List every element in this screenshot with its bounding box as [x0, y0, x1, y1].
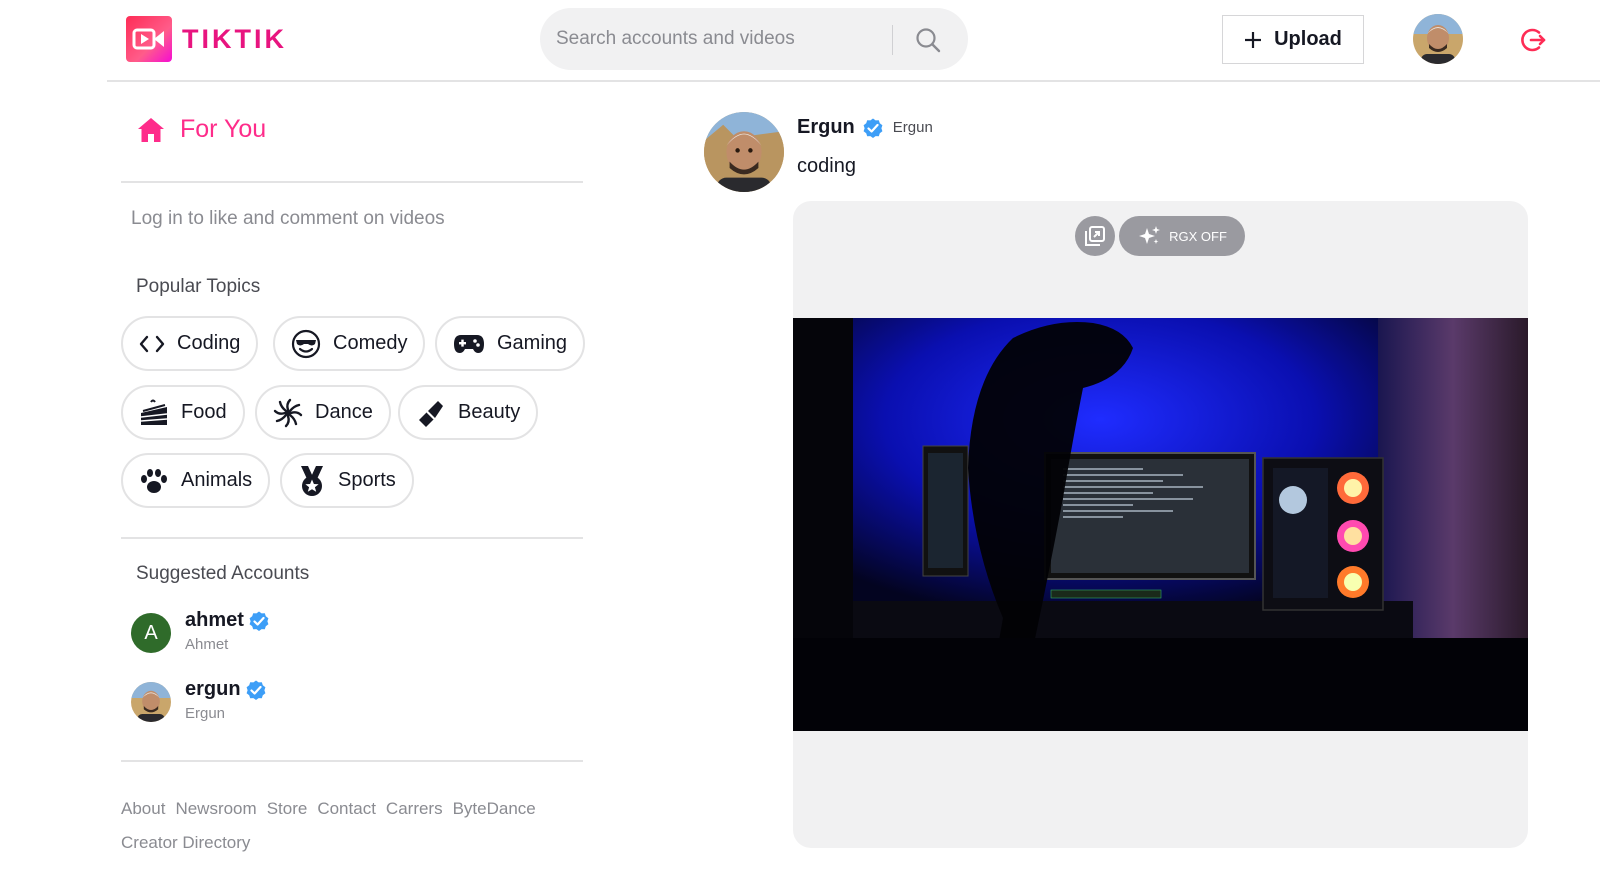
- footer-link-store[interactable]: Store: [267, 799, 308, 818]
- suggested-account[interactable]: ergun Ergun: [131, 678, 266, 722]
- topic-chip-animals[interactable]: Animals: [121, 453, 271, 508]
- search-button[interactable]: [910, 23, 946, 57]
- topic-label: Beauty: [458, 401, 521, 423]
- topic-label: Animals: [181, 469, 253, 491]
- logo-icon: [126, 16, 172, 62]
- for-you-label: For You: [180, 115, 267, 143]
- for-you-link[interactable]: For You: [137, 115, 266, 144]
- post-caption: coding: [797, 155, 856, 177]
- lipstick-icon: [419, 400, 443, 427]
- rgx-label: RGX OFF: [1169, 228, 1227, 244]
- account-username: ergun: [185, 678, 241, 700]
- login-hint: Log in to like and comment on videos: [131, 208, 445, 229]
- divider: [121, 181, 583, 183]
- footer-link-newsroom[interactable]: Newsroom: [175, 799, 256, 818]
- pip-button[interactable]: [1075, 216, 1115, 256]
- search-divider: [892, 25, 893, 55]
- verified-icon: [246, 680, 265, 700]
- footer-links: About Newsroom Store Contact Carrers ByteDanc…: [121, 792, 583, 860]
- footer-link-carrers[interactable]: Carrers: [386, 799, 443, 818]
- topic-label: Comedy: [333, 332, 408, 354]
- post-author-avatar[interactable]: [704, 112, 784, 192]
- topic-label: Food: [181, 401, 227, 423]
- medal-icon: [301, 465, 323, 496]
- verified-icon: [249, 611, 269, 631]
- logo[interactable]: TIKTIK: [126, 16, 287, 62]
- suggested-account[interactable]: A ahmet Ahmet: [131, 609, 269, 653]
- footer-link-contact[interactable]: Contact: [317, 799, 376, 818]
- topic-chip-comedy[interactable]: Comedy: [273, 316, 426, 371]
- logout-icon: [1521, 28, 1546, 52]
- topic-label: Dance: [315, 401, 373, 423]
- topic-label: Gaming: [497, 332, 568, 354]
- search-bar: [540, 8, 968, 70]
- video-player[interactable]: [793, 318, 1528, 731]
- rgx-toggle-button[interactable]: RGX OFF: [1119, 216, 1245, 256]
- video-frame: [793, 318, 1528, 731]
- verified-icon: [863, 118, 883, 138]
- upload-button[interactable]: Upload: [1222, 15, 1364, 64]
- popular-topics-title: Popular Topics: [136, 276, 261, 297]
- account-name: Ergun: [185, 705, 226, 722]
- topic-chip-food[interactable]: Food: [121, 385, 245, 440]
- logo-text: TIKTIK: [182, 23, 287, 54]
- upload-label: Upload: [1274, 28, 1342, 50]
- avatar: A: [131, 613, 171, 653]
- topic-chip-gaming[interactable]: Gaming: [435, 316, 586, 371]
- topic-chip-sports[interactable]: Sports: [280, 453, 414, 508]
- topic-label: Coding: [177, 332, 241, 354]
- home-icon: [138, 117, 164, 142]
- picture-in-picture-icon: [1085, 226, 1105, 246]
- footer-link-bytedance[interactable]: ByteDance: [453, 799, 536, 818]
- video-card[interactable]: RGX OFF: [793, 201, 1528, 848]
- footer-link-about[interactable]: About: [121, 799, 165, 818]
- sidebar: For You Log in to like and comment on vi…: [121, 82, 586, 874]
- sunglasses-face-icon: [291, 329, 321, 358]
- code-icon: [139, 335, 165, 352]
- search-input[interactable]: [556, 22, 886, 56]
- topic-label: Sports: [338, 469, 396, 491]
- post-username: Ergun: [797, 116, 855, 138]
- logout-button[interactable]: [1519, 26, 1547, 54]
- topic-chip-coding[interactable]: Coding: [121, 316, 259, 371]
- top-navbar: TIKTIK Upload: [107, 0, 1600, 82]
- search-icon: [916, 28, 941, 53]
- post-author[interactable]: Ergun Ergun: [797, 116, 933, 139]
- topic-chip-dance[interactable]: Dance: [255, 385, 391, 440]
- paw-icon: [141, 468, 167, 493]
- cake-icon: [140, 399, 168, 425]
- sparkles-icon: [1139, 226, 1161, 244]
- suggested-accounts-title: Suggested Accounts: [136, 563, 310, 584]
- gamepad-icon: [454, 334, 484, 353]
- dance-icon: [273, 398, 303, 427]
- plus-icon: [1245, 31, 1262, 48]
- footer-link-creator-directory[interactable]: Creator Directory: [121, 833, 250, 852]
- topic-chip-beauty[interactable]: Beauty: [398, 385, 539, 440]
- user-avatar[interactable]: [1413, 14, 1463, 64]
- divider: [121, 537, 583, 539]
- post-display-name: Ergun: [892, 119, 933, 136]
- account-username: ahmet: [185, 609, 244, 631]
- account-name: Ahmet: [185, 636, 229, 653]
- avatar: [131, 682, 171, 722]
- divider: [121, 760, 583, 762]
